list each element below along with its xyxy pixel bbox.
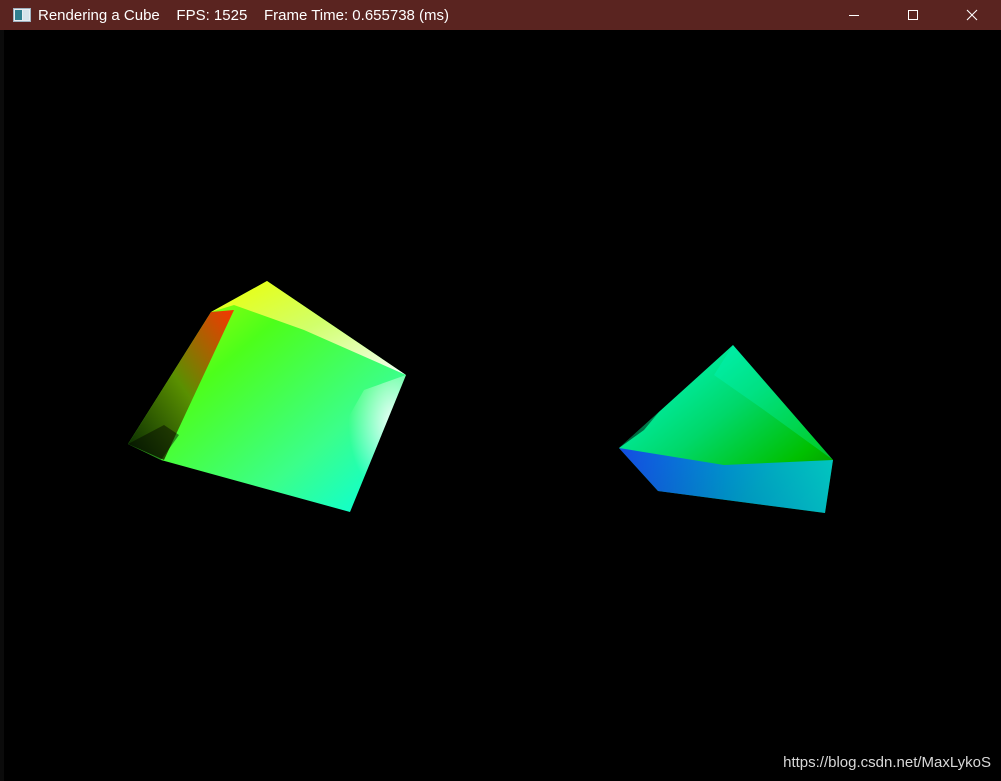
maximize-button[interactable] (883, 0, 942, 30)
minimize-icon (848, 15, 859, 16)
app-window: Rendering a Cube FPS: 1525 Frame Time: 0… (0, 0, 1001, 781)
cube-right (619, 345, 833, 513)
app-window-icon (13, 8, 31, 22)
minimize-button[interactable] (824, 0, 883, 30)
render-viewport[interactable]: https://blog.csdn.net/MaxLykoS (4, 30, 1001, 781)
window-controls (824, 0, 1001, 30)
scene-canvas (128, 281, 833, 513)
close-icon (966, 9, 977, 21)
title-bar[interactable]: Rendering a Cube FPS: 1525 Frame Time: 0… (0, 0, 1001, 30)
watermark: https://blog.csdn.net/MaxLykoS (783, 754, 991, 771)
cube-left (128, 281, 406, 512)
maximize-icon (907, 10, 918, 20)
window-title: Rendering a Cube FPS: 1525 Frame Time: 0… (38, 6, 450, 24)
close-button[interactable] (942, 0, 1001, 30)
